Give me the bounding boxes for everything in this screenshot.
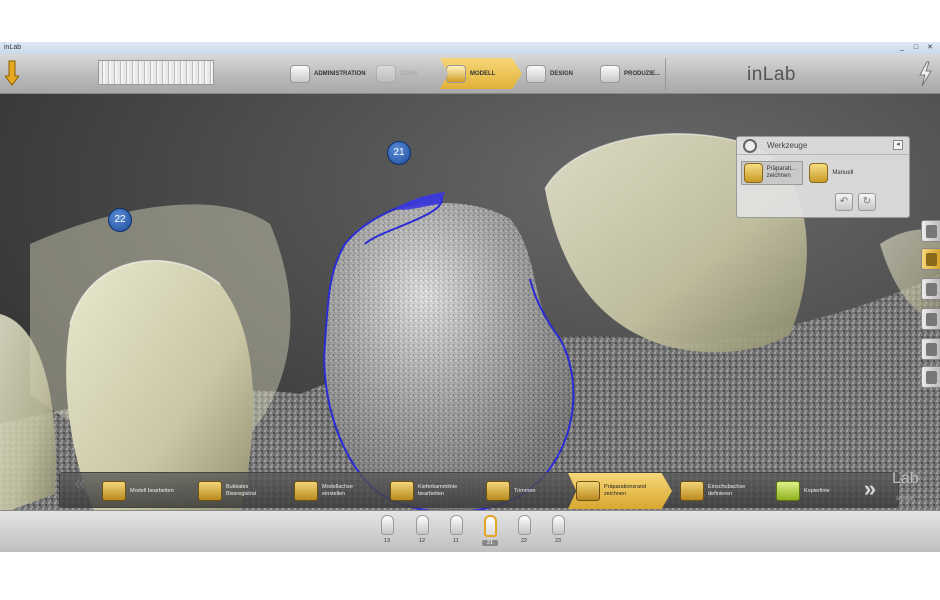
undo-button[interactable]: ↶ xyxy=(835,193,853,211)
side-image-icon[interactable] xyxy=(921,308,940,330)
tooth-badge-22[interactable]: 22 xyxy=(108,208,132,232)
trimmen-icon xyxy=(486,481,510,501)
manual-tool-icon xyxy=(809,163,829,183)
tooth-11[interactable]: 11 xyxy=(448,515,464,549)
side-tooth-view-icon[interactable] xyxy=(921,338,940,360)
undo-icon: ↶ xyxy=(839,196,849,207)
wf-kopierlinie[interactable]: Kopierlinie xyxy=(768,473,854,509)
redo-icon: ↻ xyxy=(862,196,872,207)
tooth-23[interactable]: 23 xyxy=(550,515,566,549)
tooth-icon xyxy=(483,515,497,537)
step-scan[interactable]: SCAN xyxy=(370,58,432,89)
tool-praeparation-zeichnen[interactable]: Präparati... zeichnen xyxy=(741,161,803,185)
modell-bearbeiten-icon xyxy=(102,481,126,501)
step-modell[interactable]: MODELL xyxy=(440,58,522,89)
modellachse-icon xyxy=(294,481,318,501)
inlab-window: inLab _ □ ✕ ADMINISTRATION SCAN MODELL D… xyxy=(0,42,940,552)
window-title: inLab xyxy=(4,44,22,51)
wf-bukkales-bissregistrat[interactable]: Bukkales Bissregistrat xyxy=(190,473,282,509)
main-toolbar: ADMINISTRATION SCAN MODELL DESIGN PRODUZ… xyxy=(0,54,940,94)
side-modell-icon[interactable] xyxy=(921,248,940,270)
bissregistrat-icon xyxy=(198,481,222,501)
workflow-bar: Modell bearbeiten Bukkales Bissregistrat… xyxy=(59,472,899,509)
tools-panel-header: Werkzeuge ◂ xyxy=(737,137,909,155)
produktion-icon xyxy=(600,64,620,83)
step-design[interactable]: DESIGN xyxy=(520,58,590,89)
lab-logo: Lab xyxy=(892,470,919,487)
wf-modell-bearbeiten[interactable]: Modell bearbeiten xyxy=(94,473,188,509)
back-arrow-icon[interactable] xyxy=(5,60,19,86)
tools-panel: Werkzeuge ◂ Präparati... zeichnen Manuel… xyxy=(736,136,910,218)
wf-trimmen[interactable]: Trimmen xyxy=(478,473,568,509)
tools-panel-title: Werkzeuge xyxy=(767,141,808,150)
tooth-icon xyxy=(551,515,565,535)
einschubachse-icon xyxy=(680,481,704,501)
collapse-panel-icon[interactable]: ◂ xyxy=(893,140,903,150)
lightning-icon[interactable] xyxy=(918,61,932,87)
tooth-badge-21[interactable]: 21 xyxy=(387,141,411,165)
design-icon xyxy=(526,64,546,83)
maximize-button[interactable]: □ xyxy=(911,43,921,52)
scan-icon xyxy=(376,64,396,83)
kopierlinie-icon xyxy=(776,481,800,501)
redo-button[interactable]: ↻ xyxy=(858,193,876,211)
administration-icon xyxy=(290,64,310,83)
minimize-button[interactable]: _ xyxy=(897,43,907,52)
wf-praeparationsrand-zeichnen[interactable]: Präparationsrand zeichnen xyxy=(568,473,672,509)
toolbar-divider xyxy=(665,58,666,90)
step-administration[interactable]: ADMINISTRATION xyxy=(284,58,370,89)
draw-margin-icon xyxy=(744,163,763,183)
side-layers-icon[interactable] xyxy=(921,366,940,388)
tool-manuell[interactable]: Manuell xyxy=(807,161,869,185)
step-produzieren[interactable]: PRODUZIE... xyxy=(594,58,664,89)
close-button[interactable]: ✕ xyxy=(925,43,935,52)
tooth-13[interactable]: 13 xyxy=(379,515,395,549)
patient-label-image xyxy=(98,60,214,85)
wf-einschubachse-definieren[interactable]: Einschubachse definieren xyxy=(672,473,768,509)
tooth-22[interactable]: 22 xyxy=(516,515,532,549)
side-scissors-icon[interactable] xyxy=(921,278,940,300)
modell-icon xyxy=(446,64,466,83)
title-bar: inLab _ □ ✕ xyxy=(0,42,940,54)
tooth-icon xyxy=(517,515,531,535)
tooth-21[interactable]: 21 xyxy=(482,515,498,549)
tooth-icon xyxy=(415,515,429,535)
wrench-icon xyxy=(743,139,757,153)
workflow-next-button[interactable]: » xyxy=(852,478,882,502)
tooth-icon xyxy=(449,515,463,535)
wf-modellachse-einstellen[interactable]: Modellachse einstellen xyxy=(286,473,380,509)
tooth-selector-bar: 13 12 11 21 22 23 xyxy=(0,510,940,552)
inlab-logo: inLab xyxy=(747,64,796,85)
wf-kieferkammlinie-bearbeiten[interactable]: Kieferkammlinie bearbeiten xyxy=(382,473,476,509)
kieferkammlinie-icon xyxy=(390,481,414,501)
tooth-12[interactable]: 12 xyxy=(414,515,430,549)
tooth-icon xyxy=(380,515,394,535)
praeparationsrand-icon xyxy=(576,481,600,501)
side-view-icon[interactable] xyxy=(921,220,940,242)
sirona-logo: sirona xyxy=(896,496,913,502)
